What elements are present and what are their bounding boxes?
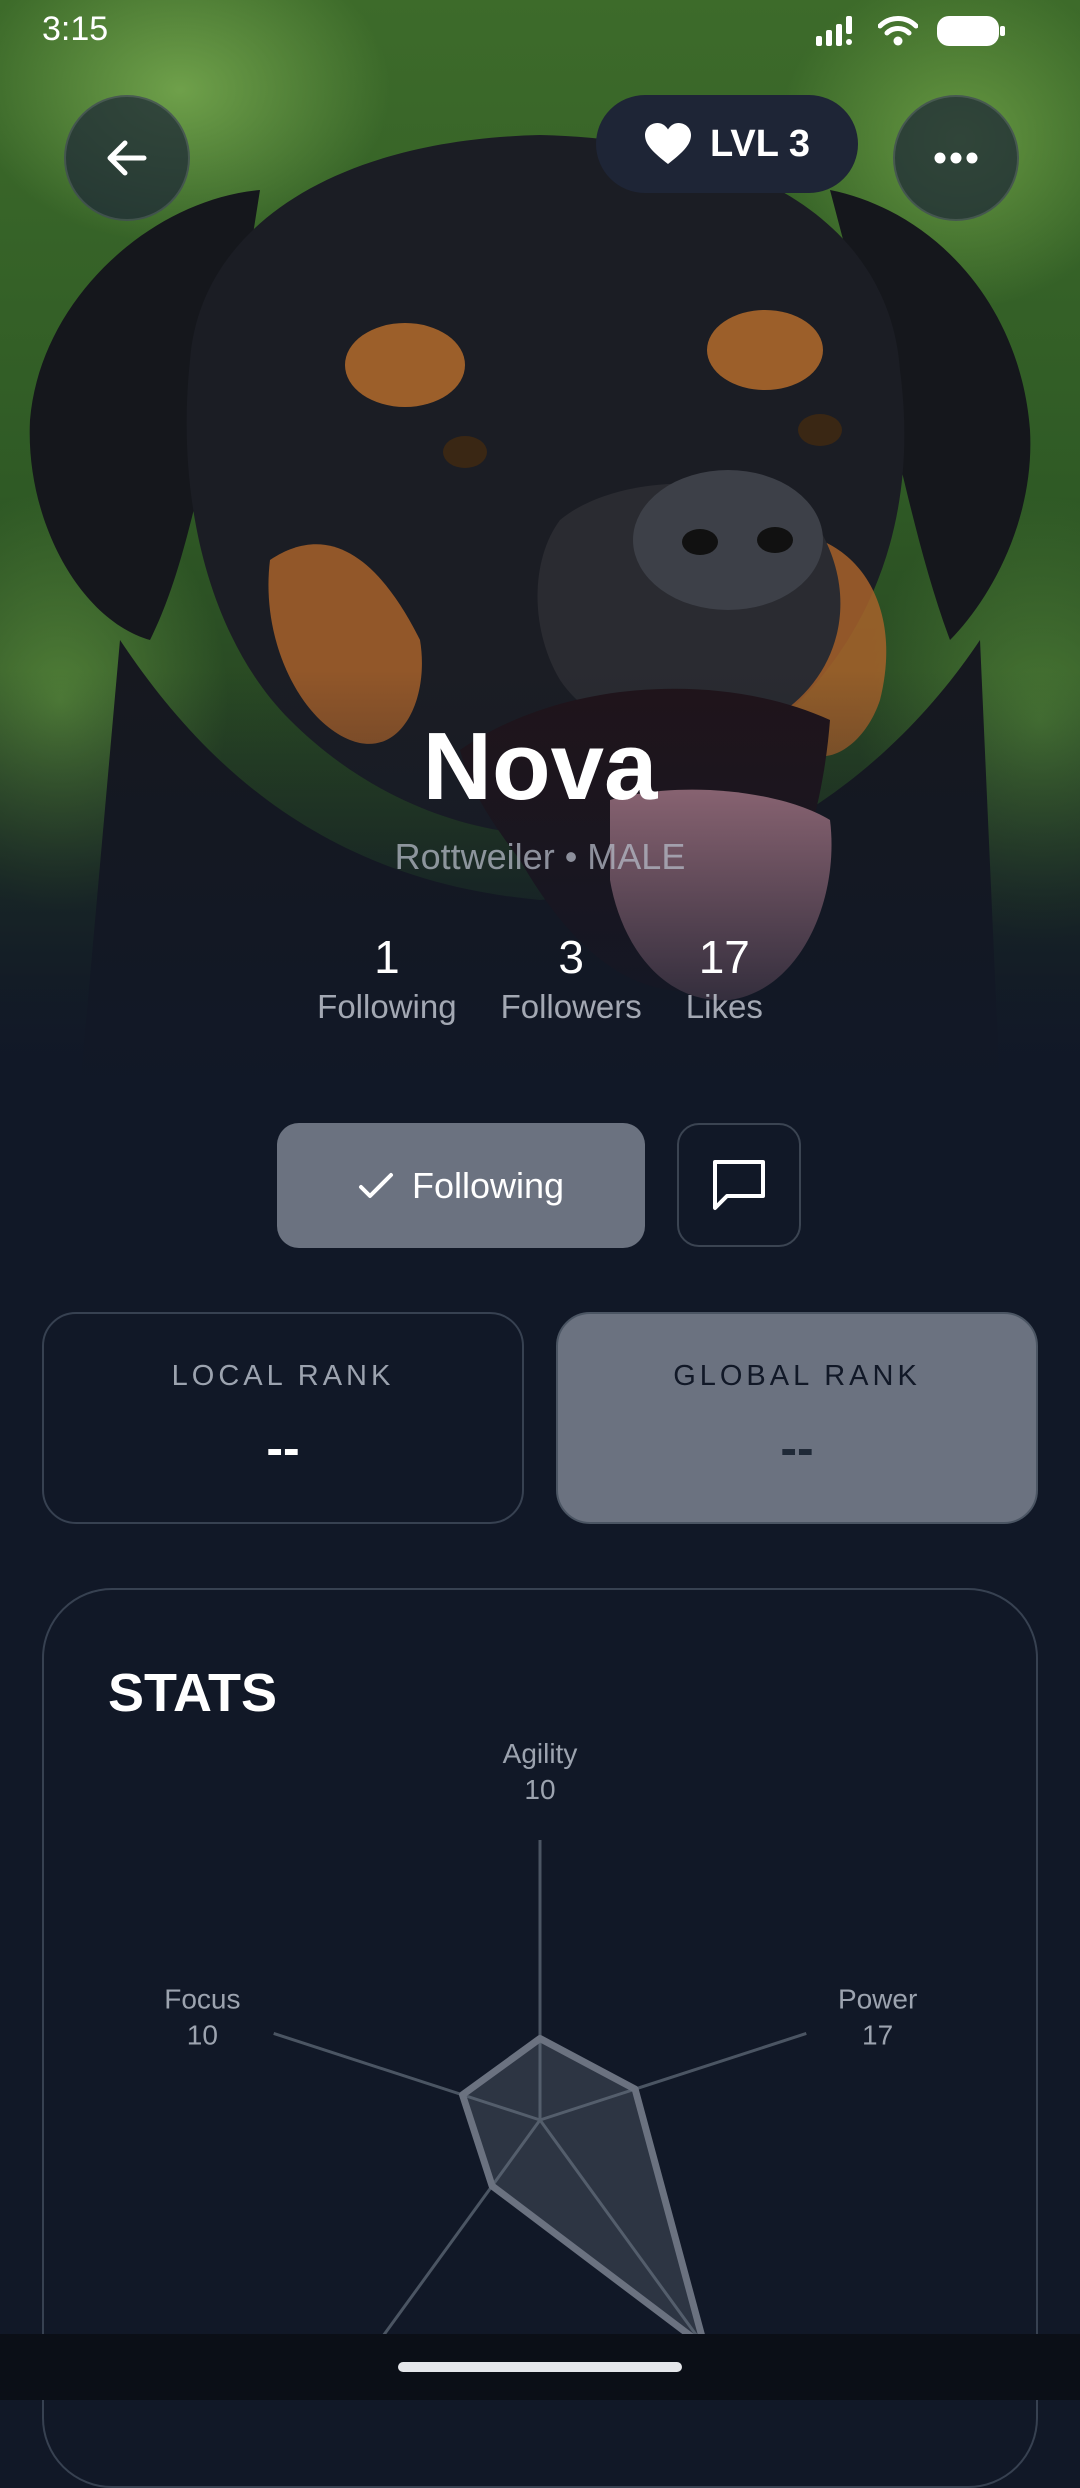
signal-icon bbox=[816, 16, 852, 46]
local-rank-title: LOCAL RANK bbox=[171, 1360, 395, 1392]
global-rank-title: GLOBAL RANK bbox=[673, 1360, 921, 1392]
level-label: LVL 3 bbox=[710, 122, 810, 165]
radar-label-agility: Agility bbox=[503, 1738, 578, 1769]
local-rank-card[interactable]: LOCAL RANK -- bbox=[42, 1312, 524, 1524]
following-count[interactable]: 1 Following bbox=[317, 930, 456, 1026]
likes-count[interactable]: 17 Likes bbox=[686, 930, 763, 1026]
followers-count[interactable]: 3 Followers bbox=[501, 930, 642, 1026]
home-indicator[interactable] bbox=[398, 2362, 682, 2372]
likes-count-value: 17 bbox=[698, 931, 750, 983]
wifi-icon bbox=[878, 16, 918, 46]
ellipsis-icon bbox=[934, 152, 978, 164]
stats-radar-chart: Agility10Power17Obedience85Stamina10Focu… bbox=[164, 1738, 917, 2400]
more-options-button[interactable] bbox=[893, 95, 1019, 221]
chat-bubble-icon bbox=[713, 1160, 765, 1210]
dog-breed-line: Rottweiler • MALE bbox=[394, 836, 686, 877]
radar-value-focus: 10 bbox=[187, 2019, 218, 2050]
back-button[interactable] bbox=[64, 95, 190, 221]
status-time: 3:15 bbox=[42, 10, 109, 48]
radar-label-focus: Focus bbox=[164, 1983, 240, 2014]
local-rank-value: -- bbox=[266, 1420, 300, 1476]
dog-name: Nova bbox=[422, 713, 658, 820]
following-button-label: Following bbox=[411, 1164, 565, 1206]
radar-shape bbox=[459, 2035, 709, 2350]
following-count-label: Following bbox=[317, 988, 457, 1025]
check-icon bbox=[358, 1172, 393, 1198]
radar-value-power: 17 bbox=[862, 2019, 893, 2050]
heart-icon bbox=[645, 123, 692, 164]
followers-count-label: Followers bbox=[500, 988, 642, 1025]
radar-value-agility: 10 bbox=[524, 1774, 555, 1805]
status-bar: 3:15 bbox=[0, 0, 1080, 62]
status-icons bbox=[816, 14, 1006, 48]
likes-count-label: Likes bbox=[685, 988, 763, 1025]
message-button[interactable] bbox=[677, 1123, 801, 1247]
global-rank-value: -- bbox=[780, 1420, 814, 1476]
following-button[interactable]: Following bbox=[277, 1123, 645, 1248]
battery-icon bbox=[937, 16, 1005, 46]
following-count-value: 1 bbox=[374, 931, 400, 983]
followers-count-value: 3 bbox=[558, 931, 584, 983]
arrow-left-icon bbox=[107, 140, 147, 176]
global-rank-card[interactable]: GLOBAL RANK -- bbox=[556, 1312, 1038, 1524]
radar-label-power: Power bbox=[838, 1983, 917, 2014]
level-badge[interactable]: LVL 3 bbox=[596, 95, 858, 193]
profile-counts: 1 Following 3 Followers 17 Likes bbox=[0, 930, 1080, 1026]
